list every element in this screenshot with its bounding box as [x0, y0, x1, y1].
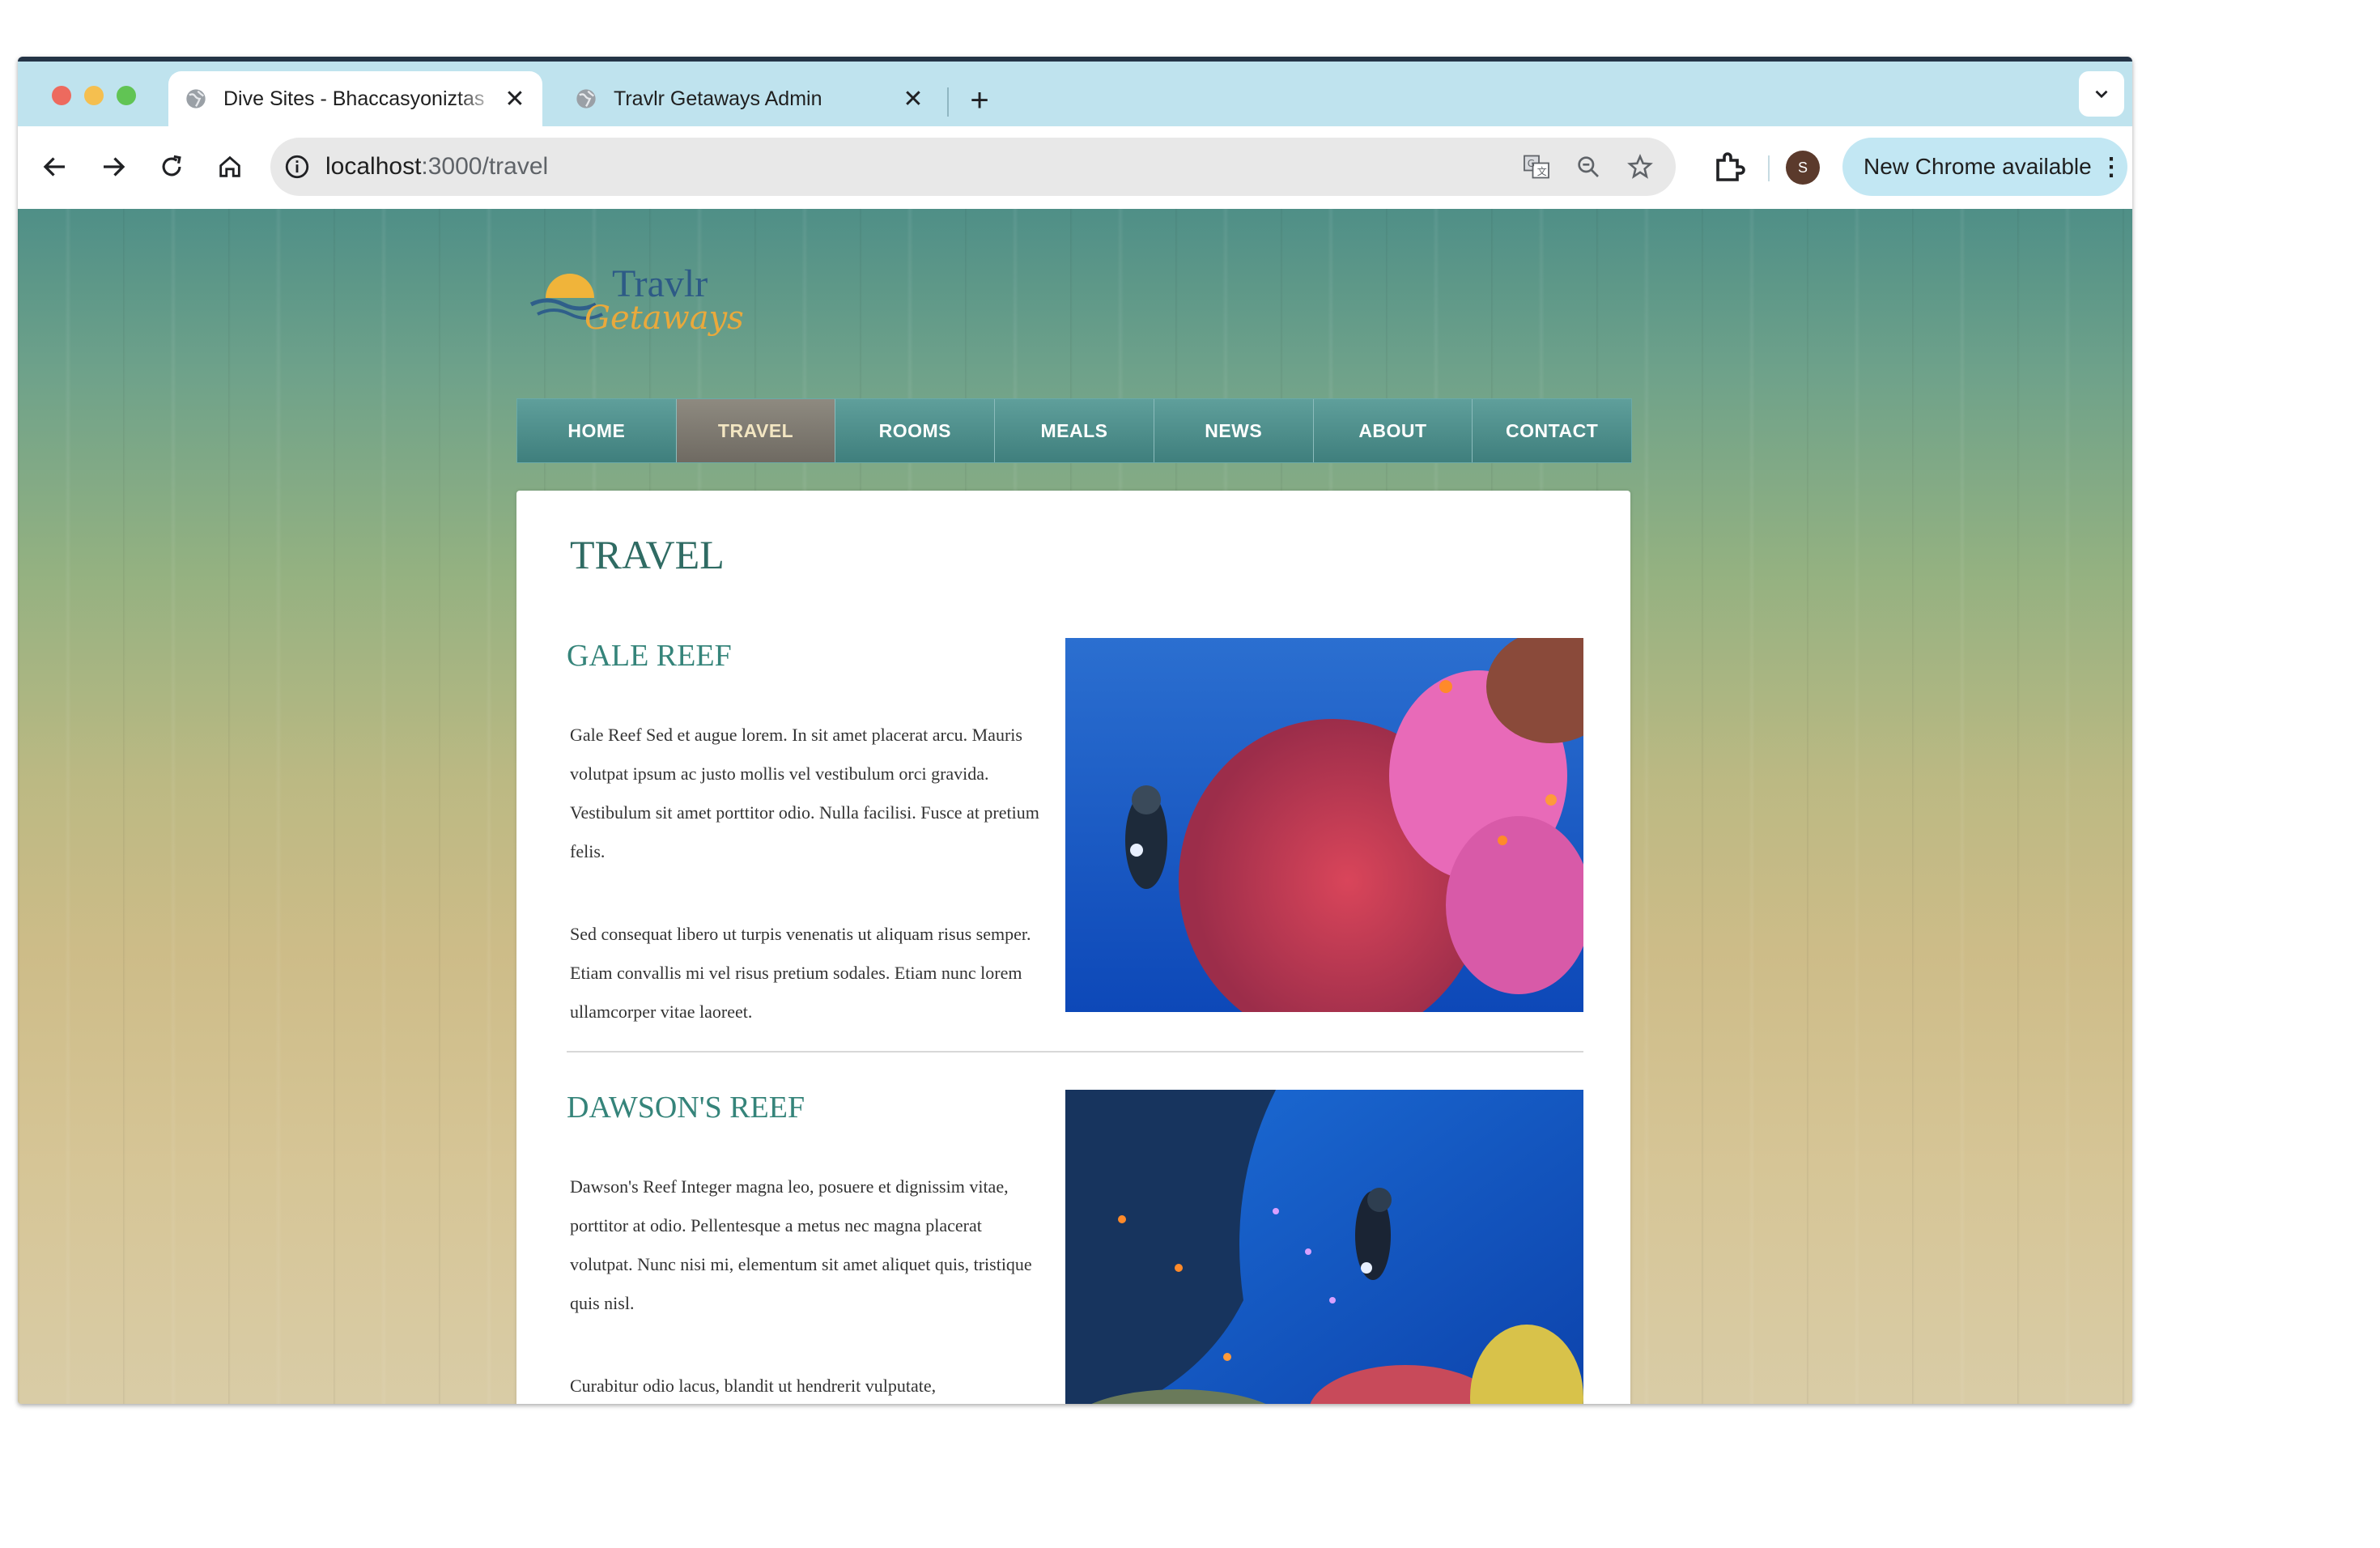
- travlr-logo[interactable]: Travlr Getaways: [528, 254, 787, 343]
- chrome-menu-icon[interactable]: ⋮: [2095, 153, 2127, 181]
- extensions-button[interactable]: [1710, 147, 1749, 186]
- nav-meals[interactable]: MEALS: [995, 399, 1154, 462]
- dive-site-description: Dawson's Reef Integer magna leo, posuere…: [570, 1176, 1032, 1313]
- maximize-window-button[interactable]: [117, 86, 136, 105]
- back-button[interactable]: [36, 147, 74, 186]
- browser-toolbar: localhost:3000/travel G文 S New Chrome av…: [18, 126, 2132, 209]
- site-info-icon[interactable]: [283, 153, 311, 181]
- dive-site-description: Gale Reef Sed et augue lorem. In sit ame…: [570, 725, 1039, 861]
- gale-reef-photo[interactable]: [1065, 638, 1583, 1012]
- tab-strip: Dive Sites - Bhaccasyoniztas ✕ Travlr Ge…: [18, 62, 2132, 126]
- dive-site-description: Curabitur odio lacus, blandit ut hendrer…: [570, 1376, 937, 1396]
- content-panel: TRAVEL GALE REEF Gale Reef Sed et augue …: [516, 491, 1630, 1404]
- globe-icon: [186, 89, 206, 108]
- svg-text:文: 文: [1537, 165, 1547, 177]
- translate-button[interactable]: G文: [1520, 151, 1553, 183]
- translate-icon: G文: [1524, 155, 1549, 179]
- reload-icon: [162, 155, 181, 176]
- close-tab-icon[interactable]: ✕: [499, 85, 531, 113]
- nav-contact[interactable]: CONTACT: [1473, 399, 1631, 462]
- nav-home[interactable]: HOME: [517, 399, 677, 462]
- tab-title: Dive Sites - Bhaccasyoniztas: [223, 87, 485, 110]
- dive-site-heading[interactable]: GALE REEF: [567, 638, 732, 674]
- home-button[interactable]: [210, 147, 249, 186]
- chrome-update-button[interactable]: New Chrome available ⋮: [1842, 138, 2127, 196]
- bookmark-button[interactable]: [1624, 151, 1656, 183]
- svg-text:Getaways: Getaways: [584, 300, 744, 337]
- url-path: :3000/travel: [421, 153, 549, 180]
- dawsons-reef-photo[interactable]: [1065, 1090, 1583, 1404]
- nav-travel[interactable]: TRAVEL: [676, 399, 836, 462]
- page-title: TRAVEL: [570, 532, 725, 577]
- tab-search-button[interactable]: [2079, 71, 2124, 117]
- reload-button[interactable]: [152, 147, 191, 186]
- new-tab-button[interactable]: +: [957, 78, 1002, 123]
- zoom-button[interactable]: [1572, 151, 1604, 183]
- tab-search-chevron-icon: [2095, 90, 2108, 99]
- globe-icon: [576, 89, 596, 108]
- dive-site-heading[interactable]: DAWSON'S REEF: [567, 1090, 805, 1125]
- main-navigation: HOME TRAVEL ROOMS MEALS NEWS ABOUT CONTA…: [516, 398, 1632, 463]
- chrome-update-label: New Chrome available: [1864, 154, 2092, 179]
- nav-news[interactable]: NEWS: [1154, 399, 1314, 462]
- minimize-window-button[interactable]: [84, 86, 104, 105]
- forward-arrow-icon: [104, 157, 125, 176]
- tab-travlr-admin[interactable]: Travlr Getaways Admin ✕: [559, 71, 941, 126]
- toolbar-separator: [1768, 155, 1770, 181]
- tab-title: Travlr Getaways Admin: [614, 87, 822, 110]
- page-viewport: Travlr Getaways HOME TRAVEL ROOMS MEALS …: [18, 209, 2132, 1404]
- address-bar[interactable]: localhost:3000/travel G文: [270, 138, 1676, 196]
- close-window-button[interactable]: [52, 86, 71, 105]
- dive-site-description: Sed consequat libero ut turpis venenatis…: [570, 924, 1031, 1022]
- back-arrow-icon: [43, 157, 65, 176]
- home-icon: [219, 155, 240, 177]
- section-divider: [567, 1051, 1583, 1053]
- url-host: localhost: [325, 153, 422, 180]
- tab-dive-sites[interactable]: Dive Sites - Bhaccasyoniztas ✕: [168, 71, 542, 126]
- tab-separator: [947, 87, 949, 117]
- bookmark-star-icon: [1627, 154, 1653, 179]
- close-tab-icon[interactable]: ✕: [897, 85, 929, 113]
- zoom-icon: [1578, 156, 1599, 177]
- extensions-icon: [1716, 152, 1745, 181]
- nav-about[interactable]: ABOUT: [1314, 399, 1473, 462]
- url-text[interactable]: localhost:3000/travel: [325, 153, 1520, 181]
- svg-text:G: G: [1528, 158, 1535, 169]
- forward-button[interactable]: [94, 147, 133, 186]
- nav-rooms[interactable]: ROOMS: [835, 399, 996, 462]
- profile-avatar[interactable]: S: [1786, 151, 1820, 185]
- browser-window: Dive Sites - Bhaccasyoniztas ✕ Travlr Ge…: [18, 57, 2132, 1404]
